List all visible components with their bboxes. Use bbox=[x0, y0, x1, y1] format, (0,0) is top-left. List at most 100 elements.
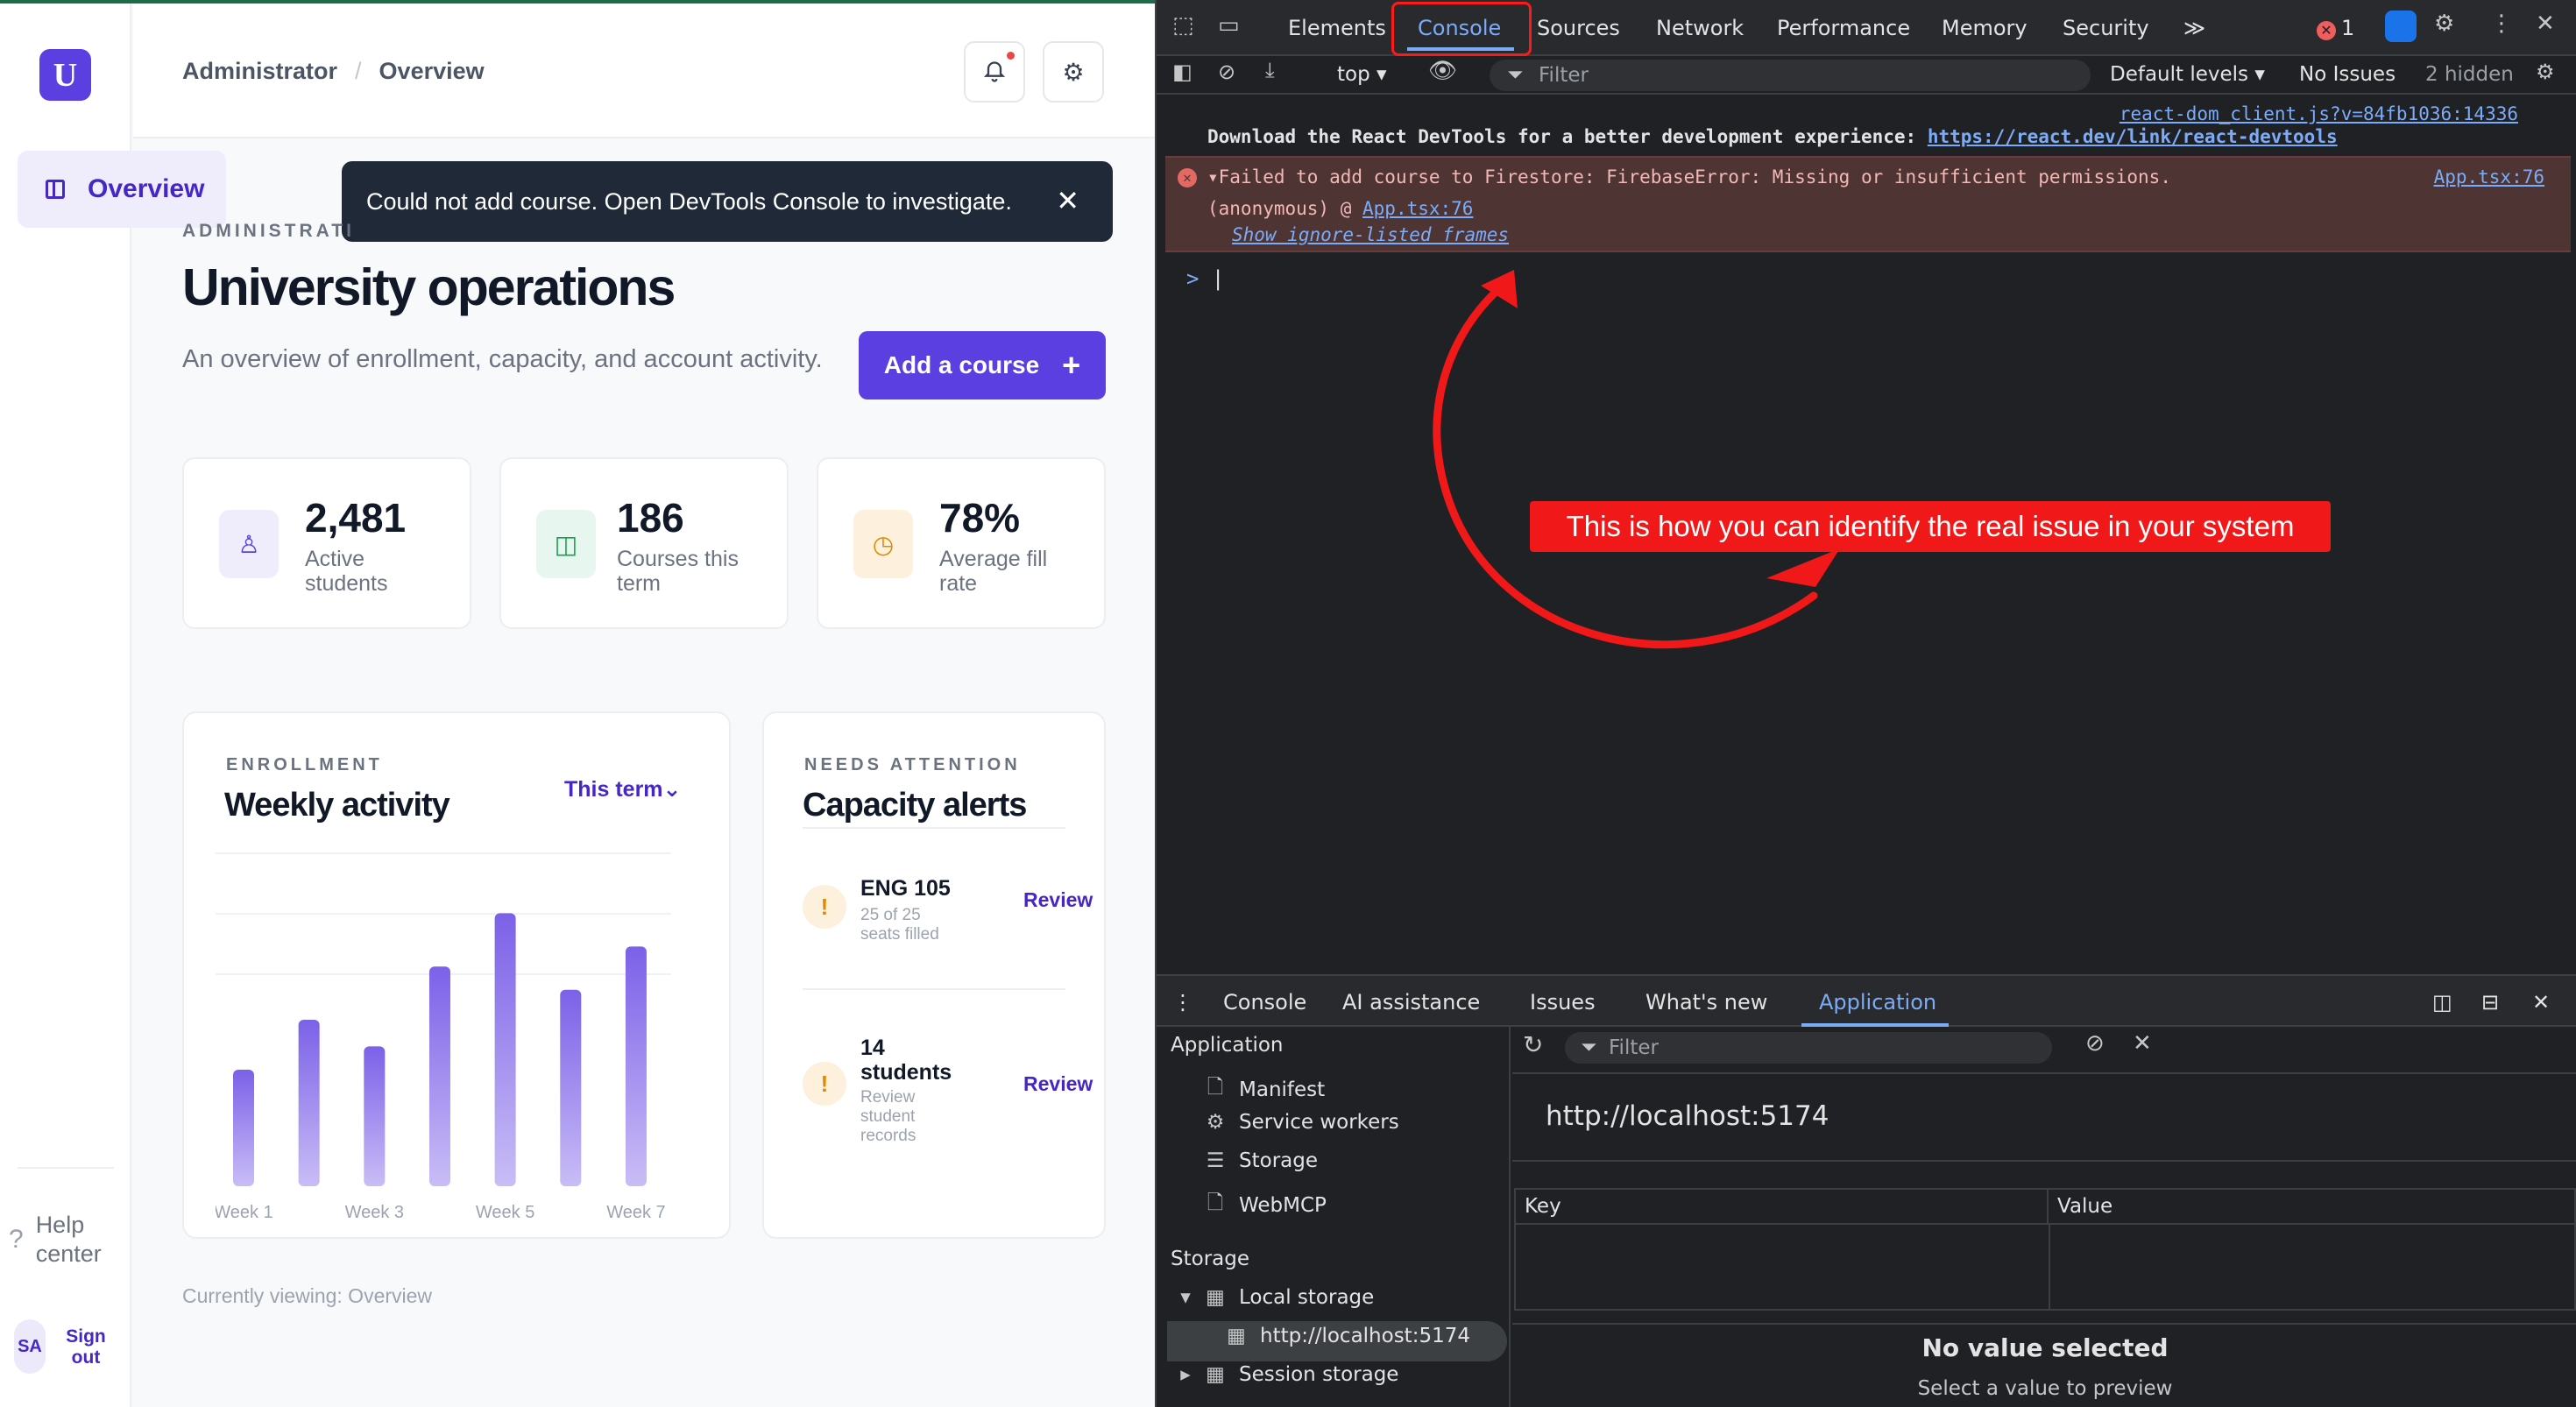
log-levels-label: Default levels bbox=[2110, 63, 2249, 86]
tab-network[interactable]: Network bbox=[1656, 16, 1744, 40]
drawer-tab-console[interactable]: Console bbox=[1223, 990, 1306, 1015]
divider bbox=[1512, 1160, 2576, 1162]
bell-icon bbox=[983, 61, 1006, 82]
tree-item-storage[interactable]: ☰ Storage bbox=[1206, 1149, 1318, 1172]
tree-item-local-storage[interactable]: ▾ ▦ Local storage bbox=[1179, 1286, 1374, 1309]
delete-selected-icon[interactable]: ✕ bbox=[2133, 1030, 2152, 1057]
kebab-menu-icon[interactable]: ⋮ bbox=[2490, 11, 2513, 37]
card-eyebrow: NEEDS ATTENTION bbox=[804, 755, 1021, 774]
gear-icon[interactable]: ⚙ bbox=[2434, 11, 2454, 37]
tree-item-session-storage[interactable]: ▸ ▦ Session storage bbox=[1179, 1363, 1398, 1386]
storage-view: ↻ ⏷ Filter ⊘ ✕ http://localhost:5174 Key… bbox=[1512, 1027, 2576, 1407]
enrollment-card: ENROLLMENT Weekly activity This term⌄ We… bbox=[182, 711, 731, 1239]
toast-message: Could not add course. Open DevTools Cons… bbox=[366, 187, 1012, 215]
warning-icon: ! bbox=[803, 885, 846, 929]
drawer-menu-icon[interactable]: ⋮ bbox=[1172, 990, 1193, 1015]
refresh-icon[interactable]: ↻ bbox=[1523, 1030, 1543, 1059]
drawer-tab-issues[interactable]: Issues bbox=[1530, 990, 1596, 1015]
alert-detail: Review student records bbox=[860, 1088, 916, 1145]
sidebar-toggle-icon[interactable]: ◧ bbox=[1172, 60, 1192, 84]
close-drawer-icon[interactable]: ✕ bbox=[2532, 990, 2550, 1015]
close-icon[interactable]: ✕ bbox=[1056, 184, 1079, 217]
tab-sources[interactable]: Sources bbox=[1537, 16, 1620, 40]
chart-bar-week-1[interactable] bbox=[233, 1070, 254, 1186]
tree-item-webmcp[interactable]: 🗋 WebMCP bbox=[1206, 1188, 1327, 1222]
breadcrumb-root[interactable]: Administrator bbox=[182, 58, 337, 84]
tree-item-manifest[interactable]: 🗋 Manifest bbox=[1206, 1072, 1325, 1107]
sidebar-item-overview[interactable]: Overview bbox=[18, 151, 226, 228]
react-devtools-link[interactable]: https://react.dev/link/react-devtools bbox=[1928, 126, 2338, 147]
console-filter-input[interactable]: ⏷ Filter bbox=[1490, 60, 2091, 91]
chevron-down-icon: ⌄ bbox=[662, 777, 682, 802]
dock-side-icon[interactable]: ◫ bbox=[2432, 990, 2452, 1015]
drawer-tab-whats-new[interactable]: What's new bbox=[1645, 990, 1767, 1015]
stack-frame: (anonymous) @ App.tsx:76 bbox=[1207, 198, 1474, 219]
column-value[interactable]: Value bbox=[2049, 1190, 2121, 1223]
storage-filter-input[interactable]: ⏷ Filter bbox=[1565, 1032, 2052, 1064]
add-course-button[interactable]: Add a course + bbox=[859, 331, 1106, 399]
column-key[interactable]: Key bbox=[1516, 1190, 2049, 1223]
breadcrumb: Administrator / Overview bbox=[182, 58, 485, 85]
issues-button[interactable]: No Issues bbox=[2299, 63, 2396, 86]
eye-icon[interactable]: 👁 bbox=[1428, 58, 1457, 84]
chart-bar-week-3[interactable] bbox=[364, 1046, 386, 1186]
filter-icon: ⏷ bbox=[1507, 64, 1524, 87]
tree-section-storage: Storage bbox=[1171, 1248, 1249, 1270]
tab-performance[interactable]: Performance bbox=[1777, 16, 1910, 40]
notifications-button[interactable] bbox=[964, 41, 1025, 103]
stat-card-courses: ◫ 186 Courses this term bbox=[499, 457, 789, 629]
page-subtitle: An overview of enrollment, capacity, and… bbox=[182, 345, 823, 373]
sign-out-button[interactable]: Sign out bbox=[65, 1326, 107, 1368]
review-link[interactable]: Review bbox=[1023, 1072, 1093, 1096]
alert-divider bbox=[803, 988, 1065, 990]
tab-memory[interactable]: Memory bbox=[1942, 16, 2028, 40]
stack-frame-link[interactable]: App.tsx:76 bbox=[1362, 198, 1473, 219]
error-text[interactable]: ▾Failed to add course to Firestore: Fire… bbox=[1207, 166, 2171, 187]
term-dropdown[interactable]: This term⌄ bbox=[564, 776, 681, 802]
close-icon[interactable]: ✕ bbox=[2536, 11, 2555, 37]
more-tabs-icon[interactable]: ≫ bbox=[2183, 16, 2205, 40]
error-count-badge[interactable]: ✕ 1 bbox=[2317, 16, 2354, 40]
clear-all-icon[interactable]: ⊘ bbox=[2085, 1030, 2105, 1057]
chart-bar-week-5[interactable] bbox=[494, 913, 516, 1186]
chart-bar-week-4[interactable] bbox=[428, 966, 450, 1186]
file-icon: 🗋 bbox=[1207, 1076, 1224, 1099]
alert-detail: 25 of 25 seats filled bbox=[860, 906, 939, 944]
help-center-link[interactable]: ? Help center bbox=[9, 1211, 124, 1269]
stat-label: Average fill rate bbox=[939, 547, 1048, 596]
chart-bar-week-6[interactable] bbox=[560, 989, 582, 1186]
show-ignore-listed-frames[interactable]: Show ignore-listed frames bbox=[1232, 224, 1509, 245]
app-logo[interactable]: U bbox=[39, 49, 91, 101]
react-source-link[interactable]: react-dom_client.js?v=84fb1036:14336 bbox=[2120, 103, 2518, 124]
chart-bar-week-2[interactable] bbox=[298, 1020, 320, 1186]
scroll-icon[interactable]: ⤓ bbox=[1265, 58, 1275, 82]
error-source-link[interactable]: App.tsx:76 bbox=[2434, 166, 2544, 187]
ai-assistance-icon[interactable] bbox=[2385, 11, 2417, 42]
clear-console-icon[interactable]: ⊘ bbox=[1218, 60, 1235, 84]
minimize-drawer-icon[interactable]: ⊟ bbox=[2481, 990, 2499, 1015]
tree-item-local-origin[interactable]: ▦ http://localhost:5174 bbox=[1227, 1325, 1470, 1347]
stat-label: Active students bbox=[305, 547, 388, 596]
drawer-tab-application[interactable]: Application bbox=[1819, 990, 1936, 1015]
tree-item-service-workers[interactable]: ⚙ Service workers bbox=[1206, 1111, 1399, 1134]
drawer-tab-ai-assistance[interactable]: AI assistance bbox=[1342, 990, 1480, 1015]
table-icon: ▦ bbox=[1206, 1286, 1225, 1309]
top-bar: Administrator / Overview ⚙ bbox=[133, 4, 1155, 138]
log-levels-dropdown[interactable]: Default levels ▾ bbox=[2110, 63, 2265, 86]
tab-security[interactable]: Security bbox=[2063, 16, 2149, 40]
storage-table: Key Value bbox=[1514, 1188, 2576, 1311]
device-toolbar-icon[interactable]: ▭ bbox=[1218, 12, 1240, 39]
inspect-element-icon[interactable]: ⬚ bbox=[1172, 12, 1194, 39]
context-label: top bbox=[1337, 63, 1370, 86]
settings-button[interactable]: ⚙ bbox=[1043, 41, 1104, 103]
review-link[interactable]: Review bbox=[1023, 888, 1093, 912]
avatar[interactable]: SA bbox=[14, 1319, 46, 1374]
console-settings-icon[interactable]: ⚙ bbox=[2536, 60, 2555, 84]
file-icon: 🗋 bbox=[1207, 1191, 1224, 1214]
context-selector[interactable]: top ▾ bbox=[1337, 63, 1387, 86]
filter-placeholder: Filter bbox=[1539, 64, 1589, 87]
capacity-alerts-card: NEEDS ATTENTION Capacity alerts ! ENG 10… bbox=[762, 711, 1106, 1239]
tab-elements[interactable]: Elements bbox=[1288, 16, 1386, 40]
chart-bar-week-7[interactable] bbox=[625, 946, 647, 1186]
console-prompt[interactable]: > | bbox=[1186, 266, 1224, 291]
